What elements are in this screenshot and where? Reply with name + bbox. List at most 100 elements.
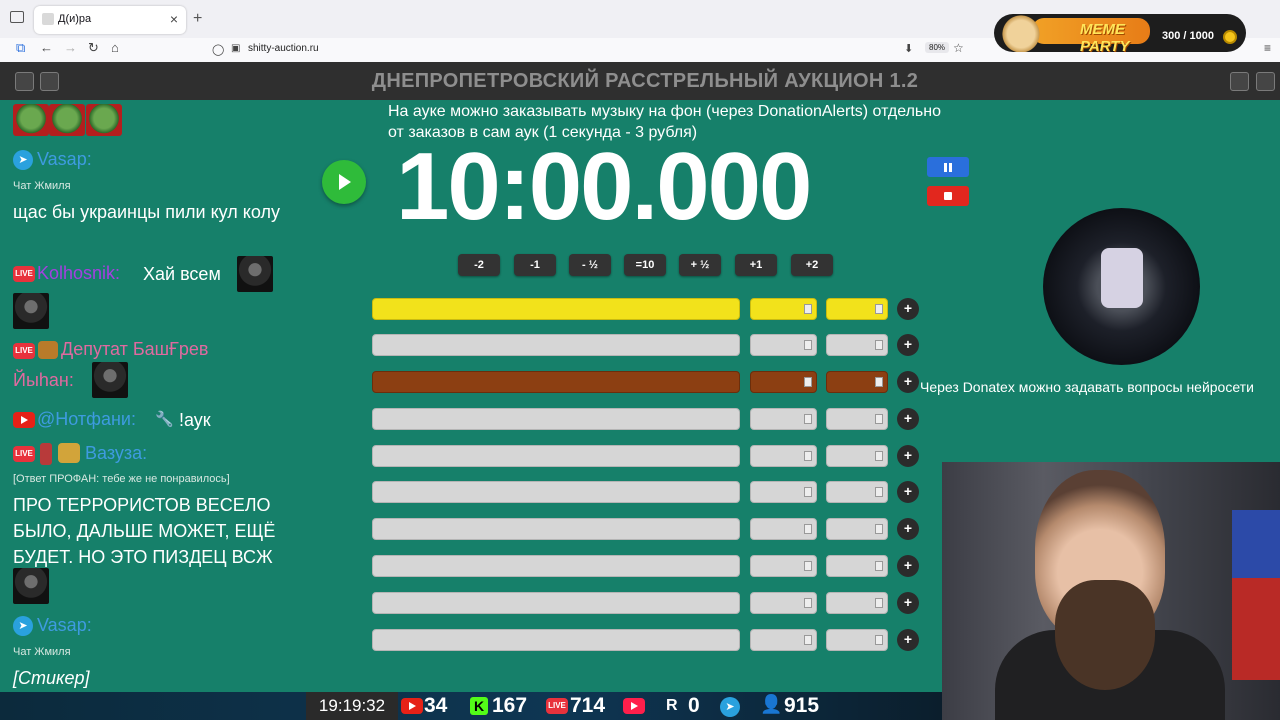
new-tab-icon[interactable]: +: [193, 10, 202, 28]
add-to-lot-button[interactable]: +: [897, 592, 919, 614]
spinner-icon[interactable]: [804, 598, 812, 608]
lot-name-input[interactable]: [372, 518, 740, 540]
spinner-icon[interactable]: [804, 635, 812, 645]
save-page-icon[interactable]: ⬇: [904, 42, 913, 55]
add-to-lot-button[interactable]: +: [897, 408, 919, 430]
wrench-icon: 🔧: [155, 411, 174, 428]
add-to-lot-button[interactable]: +: [897, 371, 919, 393]
spinner-icon[interactable]: [804, 340, 812, 350]
lock-icon[interactable]: ▣: [231, 43, 240, 54]
spinner-icon[interactable]: [875, 524, 883, 534]
home-icon[interactable]: ⌂: [111, 40, 119, 55]
lot-amount-input[interactable]: [750, 408, 817, 430]
lot-name-input[interactable]: [372, 371, 740, 393]
pause-button[interactable]: [927, 157, 969, 177]
lot-amount-input[interactable]: [750, 298, 817, 320]
sidebar-toggle-icon[interactable]: [10, 11, 24, 23]
spinner-icon[interactable]: [875, 304, 883, 314]
lot-amount-input[interactable]: [750, 334, 817, 356]
lot-name-input[interactable]: [372, 555, 740, 577]
settings-gear-icon[interactable]: [1230, 72, 1249, 91]
screen: Д(и)ра × + ⧉ ← → ↻ ⌂ ◯ ▣ shitty-auction.…: [0, 0, 1280, 720]
lot-name-input[interactable]: [372, 445, 740, 467]
shield-icon[interactable]: ◯: [212, 43, 224, 56]
lot-name-input[interactable]: [372, 629, 740, 651]
lot-name-input[interactable]: [372, 592, 740, 614]
time-plus-2-button[interactable]: +2: [791, 254, 833, 276]
spinner-icon[interactable]: [804, 561, 812, 571]
spinner-icon[interactable]: [804, 304, 812, 314]
lot-amount-input[interactable]: [750, 445, 817, 467]
chat-author: Vasap:: [37, 615, 92, 635]
add-to-lot-button[interactable]: +: [897, 629, 919, 651]
bookmark-star-icon[interactable]: ☆: [953, 41, 964, 55]
back-icon[interactable]: ←: [40, 40, 53, 55]
lot-amount-input[interactable]: [750, 481, 817, 503]
sticker-image: [13, 568, 49, 604]
close-tab-icon[interactable]: ×: [170, 11, 178, 27]
lot-amount-input[interactable]: [750, 592, 817, 614]
flag-image: [1232, 510, 1280, 680]
spinner-icon[interactable]: [875, 340, 883, 350]
account-icon[interactable]: ⧉: [16, 40, 25, 56]
add-to-lot-button[interactable]: +: [897, 298, 919, 320]
lot-add-amount-input[interactable]: [826, 481, 888, 503]
forward-icon[interactable]: →: [64, 40, 77, 55]
spinner-icon[interactable]: [875, 451, 883, 461]
lot-amount-input[interactable]: [750, 371, 817, 393]
zoom-level[interactable]: 80%: [925, 42, 950, 53]
lot-amount-input[interactable]: [750, 555, 817, 577]
lot-name-input[interactable]: [372, 298, 740, 320]
menu-icon[interactable]: ≡: [1264, 41, 1271, 55]
spinner-icon[interactable]: [804, 377, 812, 387]
timer-display: 10:00.000: [396, 133, 812, 240]
time-minus-1-button[interactable]: -1: [514, 254, 556, 276]
lot-amount-input[interactable]: [750, 518, 817, 540]
meme-party-bar: MEME PARTY: [1032, 18, 1150, 55]
add-to-lot-button[interactable]: +: [897, 555, 919, 577]
time-plus-1-button[interactable]: +1: [735, 254, 777, 276]
lot-name-input[interactable]: [372, 481, 740, 503]
spinner-icon[interactable]: [804, 414, 812, 424]
lot-name-input[interactable]: [372, 408, 740, 430]
doge-icon: [1000, 12, 1042, 52]
help-icon[interactable]: [1256, 72, 1275, 91]
lot-add-amount-input[interactable]: [826, 334, 888, 356]
lot-name-input[interactable]: [372, 334, 740, 356]
spinner-icon[interactable]: [875, 487, 883, 497]
add-to-lot-button[interactable]: +: [897, 481, 919, 503]
browser-tab[interactable]: Д(и)ра ×: [34, 6, 186, 34]
lot-add-amount-input[interactable]: [826, 298, 888, 320]
time-set-10-button[interactable]: =10: [624, 254, 666, 276]
lot-add-amount-input[interactable]: [826, 518, 888, 540]
play-button[interactable]: [322, 160, 366, 204]
lot-add-amount-input[interactable]: [826, 371, 888, 393]
spinner-icon[interactable]: [804, 524, 812, 534]
lot-add-amount-input[interactable]: [826, 629, 888, 651]
lot-add-amount-input[interactable]: [826, 408, 888, 430]
spinner-icon[interactable]: [875, 561, 883, 571]
spinner-icon[interactable]: [875, 635, 883, 645]
stop-button[interactable]: [927, 186, 969, 206]
spinner-icon[interactable]: [875, 377, 883, 387]
add-to-lot-button[interactable]: +: [897, 518, 919, 540]
chat-author: Депутат БашҒрев: [61, 339, 209, 359]
lot-add-amount-input[interactable]: [826, 555, 888, 577]
spinner-icon[interactable]: [875, 414, 883, 424]
add-to-lot-button[interactable]: +: [897, 334, 919, 356]
url-bar[interactable]: shitty-auction.ru: [248, 43, 319, 54]
spinner-icon[interactable]: [875, 598, 883, 608]
reload-icon[interactable]: ↻: [88, 40, 99, 56]
time-plus-half-button[interactable]: + ½: [679, 254, 721, 276]
time-minus-2-button[interactable]: -2: [458, 254, 500, 276]
time-minus-half-button[interactable]: - ½: [569, 254, 611, 276]
lot-amount-input[interactable]: [750, 629, 817, 651]
spinner-icon[interactable]: [804, 487, 812, 497]
sticker-image: [237, 256, 273, 292]
add-to-lot-button[interactable]: +: [897, 445, 919, 467]
meme-party-title: MEME PARTY: [1080, 21, 1130, 55]
lot-add-amount-input[interactable]: [826, 592, 888, 614]
lot-add-amount-input[interactable]: [826, 445, 888, 467]
pepe-emote-icon: [86, 104, 122, 136]
spinner-icon[interactable]: [804, 451, 812, 461]
